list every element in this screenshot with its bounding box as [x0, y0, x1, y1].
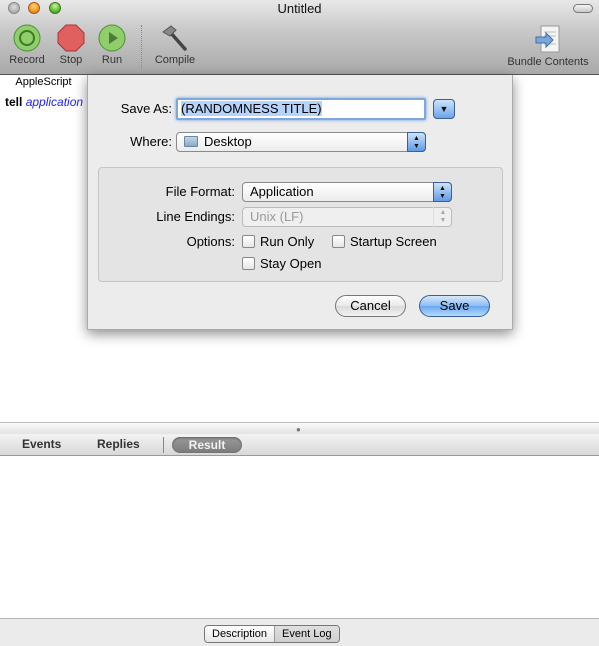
tab-replies[interactable]: Replies: [97, 437, 140, 451]
save-as-field[interactable]: (RANDOMNESS TITLE): [176, 98, 426, 120]
folder-icon: [184, 136, 198, 147]
save-button[interactable]: Save: [419, 295, 490, 317]
file-format-popup[interactable]: Application ▲ ▼: [242, 182, 452, 202]
pane-splitter[interactable]: ●: [0, 422, 599, 434]
line-endings-popup: Unix (LF) ▲ ▼: [242, 207, 452, 227]
stop-label: Stop: [59, 54, 83, 66]
run-button[interactable]: Run: [97, 24, 127, 66]
stop-button[interactable]: Stop: [55, 24, 87, 66]
popup-arrows-icon: ▲ ▼: [407, 132, 426, 152]
tab-result[interactable]: Result: [172, 437, 242, 453]
file-format-value: Application: [250, 184, 314, 199]
where-label: Where:: [130, 134, 172, 149]
bottom-bar: Description Event Log: [0, 618, 599, 646]
file-format-label: File Format:: [165, 184, 235, 199]
startup-screen-checkbox[interactable]: Startup Screen: [332, 234, 437, 249]
popup-arrows-icon: ▲ ▼: [433, 182, 452, 202]
run-icon: [98, 24, 126, 52]
options-label: Options:: [186, 234, 235, 249]
bundle-contents-label: Bundle Contents: [507, 56, 589, 68]
record-label: Record: [9, 54, 45, 66]
tab-divider: [163, 437, 164, 453]
window-title: Untitled: [277, 1, 322, 16]
run-label: Run: [101, 54, 123, 66]
save-as-value: (RANDOMNESS TITLE): [181, 101, 322, 116]
toolbar-separator: [141, 25, 142, 69]
popup-arrows-icon: ▲ ▼: [433, 207, 452, 227]
where-popup[interactable]: Desktop ▲ ▼: [176, 132, 426, 152]
result-area[interactable]: [0, 456, 599, 618]
stay-open-label: Stay Open: [260, 256, 322, 271]
bundle-contents-button[interactable]: Bundle Contents: [503, 24, 593, 68]
window-titlebar: Untitled Record Stop Run Compile Bundle …: [0, 0, 599, 75]
record-button[interactable]: Record: [6, 24, 48, 66]
script-code: tell application: [5, 95, 83, 109]
splitter-handle-icon: ●: [296, 425, 301, 434]
run-only-checkbox[interactable]: Run Only: [242, 234, 314, 249]
line-endings-label: Line Endings:: [156, 209, 235, 224]
tab-events[interactable]: Events: [22, 437, 61, 451]
toolbar-toggle-button[interactable]: [573, 4, 593, 13]
cancel-button[interactable]: Cancel: [335, 295, 406, 317]
checkbox-icon: [242, 257, 255, 270]
checkbox-icon: [242, 235, 255, 248]
code-application: application: [25, 95, 84, 109]
expand-browser-button[interactable]: ▼: [433, 99, 455, 119]
bundle-contents-icon: [535, 25, 560, 53]
event-log-segment[interactable]: Event Log: [275, 626, 339, 642]
stop-icon: [57, 24, 85, 52]
language-selector[interactable]: AppleScript: [0, 75, 88, 89]
startup-screen-label: Startup Screen: [350, 234, 437, 249]
code-keyword: tell: [5, 95, 23, 109]
line-endings-value: Unix (LF): [250, 209, 304, 224]
description-segment[interactable]: Description: [205, 626, 276, 642]
hammer-icon: [162, 25, 187, 51]
save-as-label: Save As:: [120, 101, 172, 116]
record-icon: [13, 24, 41, 52]
compile-button[interactable]: Compile: [151, 24, 199, 66]
format-options-box: File Format: Application ▲ ▼ Line Endings…: [98, 167, 503, 282]
save-sheet: Save As: (RANDOMNESS TITLE) ▼ Where: Des…: [87, 75, 513, 330]
view-segmented-control: Description Event Log: [204, 625, 340, 643]
log-tab-bar: Events Replies Result: [0, 434, 599, 456]
checkbox-icon: [332, 235, 345, 248]
compile-label: Compile: [154, 54, 196, 66]
stay-open-checkbox[interactable]: Stay Open: [242, 256, 321, 271]
where-value: Desktop: [204, 134, 252, 149]
run-only-label: Run Only: [260, 234, 315, 249]
